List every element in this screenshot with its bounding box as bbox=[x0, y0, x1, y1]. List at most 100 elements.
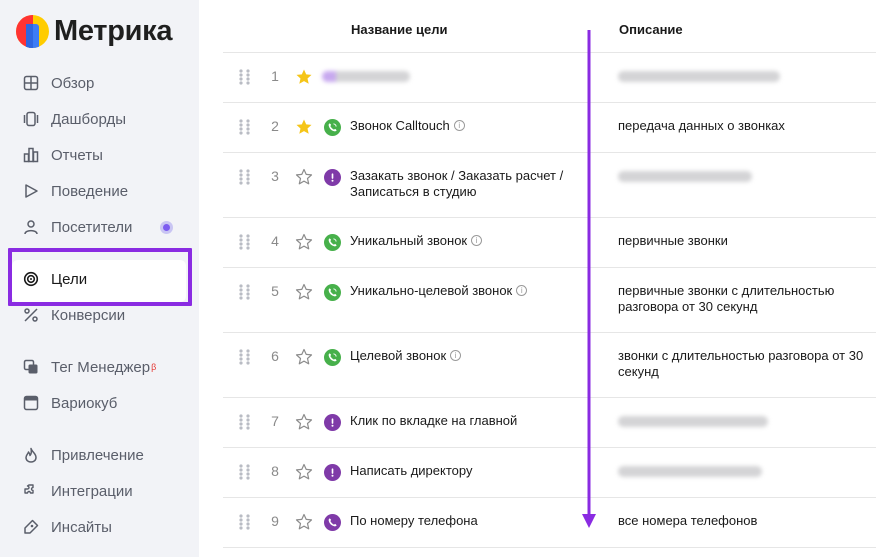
row-number: 2 bbox=[271, 118, 279, 134]
table-row[interactable]: 6 Целевой звонок i звонки с длительностью р… bbox=[223, 333, 876, 398]
goal-name-text: Целевой звонок bbox=[350, 348, 447, 363]
goal-name-text: Уникально-целевой звонок bbox=[350, 283, 513, 298]
column-header-name[interactable]: Название цели bbox=[351, 22, 447, 37]
sidebar-item-label: Отчеты bbox=[51, 146, 103, 164]
sidebar: Метрика Обзор Дашборды Отчеты Поведение … bbox=[0, 0, 199, 557]
goal-name[interactable] bbox=[322, 68, 562, 84]
star-outline-icon[interactable] bbox=[295, 513, 313, 531]
variocube-icon bbox=[23, 395, 39, 411]
goal-name[interactable]: Написать директору bbox=[350, 463, 590, 479]
drag-handle-icon[interactable] bbox=[239, 349, 250, 365]
table-row[interactable]: 7 Клик по вкладке на главной bbox=[223, 398, 876, 448]
table-row[interactable]: 3 Зазакать звонок / Заказать расчет / Зап… bbox=[223, 153, 876, 218]
goal-name[interactable]: Уникально-целевой звонок i bbox=[350, 283, 590, 299]
star-filled-icon[interactable] bbox=[295, 118, 313, 136]
table-row[interactable]: 1 bbox=[223, 53, 876, 103]
sidebar-item-behavior[interactable]: Поведение bbox=[0, 173, 199, 209]
goal-name-text: Уникальный звонок bbox=[350, 233, 468, 248]
info-icon[interactable]: i bbox=[450, 350, 462, 362]
conversions-icon bbox=[23, 307, 39, 323]
beta-badge: β bbox=[151, 362, 157, 372]
goal-name-text: Звонок Calltouch bbox=[350, 118, 450, 133]
info-icon[interactable]: i bbox=[471, 235, 483, 247]
scroll-down-arrow bbox=[582, 30, 596, 528]
dashboards-icon bbox=[23, 111, 39, 127]
sidebar-item-label: Инсайты bbox=[51, 518, 112, 536]
goal-name[interactable]: Целевой звонок i bbox=[350, 348, 590, 364]
info-icon[interactable]: i bbox=[516, 285, 528, 297]
sidebar-item-label: Дашборды bbox=[51, 110, 126, 128]
app-title: Метрика bbox=[54, 14, 173, 47]
sidebar-item-label: Конверсии bbox=[51, 306, 126, 324]
drag-handle-icon[interactable] bbox=[239, 464, 250, 480]
star-outline-icon[interactable] bbox=[295, 233, 313, 251]
row-number: 5 bbox=[271, 283, 279, 299]
insights-icon bbox=[23, 519, 39, 535]
goal-description bbox=[618, 68, 868, 84]
sidebar-item-label: Обзор bbox=[51, 74, 95, 92]
goal-name[interactable]: По номеру телефона bbox=[350, 513, 590, 529]
goal-name[interactable]: Клик по вкладке на главной bbox=[350, 413, 590, 429]
table-row[interactable]: 4 Уникальный звонок i первичные звонки bbox=[223, 218, 876, 268]
goal-description: звонки с длительностью разговора от 30 с… bbox=[618, 348, 864, 379]
redacted-text bbox=[618, 171, 752, 183]
drag-handle-icon[interactable] bbox=[239, 169, 250, 185]
redacted-text bbox=[322, 71, 410, 83]
goal-name[interactable]: Уникальный звонок i bbox=[350, 233, 590, 249]
javascript-event-icon bbox=[324, 414, 341, 431]
drag-handle-icon[interactable] bbox=[239, 414, 250, 430]
table-row[interactable]: 9 По номеру телефона все номера телефонов bbox=[223, 498, 876, 548]
table-header: Название цели Описание bbox=[223, 0, 876, 53]
sidebar-item-integrations[interactable]: Интеграции bbox=[0, 473, 199, 509]
sidebar-item-visitors[interactable]: Посетители bbox=[0, 209, 199, 245]
row-number: 9 bbox=[271, 513, 279, 529]
sidebar-item-overview[interactable]: Обзор bbox=[0, 65, 199, 101]
sidebar-item-label: Интеграции bbox=[51, 482, 133, 500]
sidebar-item-label: Посетители bbox=[51, 218, 133, 236]
star-outline-icon[interactable] bbox=[295, 283, 313, 301]
star-outline-icon[interactable] bbox=[295, 463, 313, 481]
call-goal-icon bbox=[324, 284, 341, 301]
sidebar-item-reports[interactable]: Отчеты bbox=[0, 137, 199, 173]
goal-name[interactable]: Звонок Calltouch i bbox=[350, 118, 590, 134]
call-goal-icon bbox=[324, 349, 341, 366]
column-header-description[interactable]: Описание bbox=[619, 22, 683, 37]
tag-manager-icon bbox=[23, 359, 39, 375]
sidebar-item-dashboards[interactable]: Дашборды bbox=[0, 101, 199, 137]
drag-handle-icon[interactable] bbox=[239, 119, 250, 135]
app-logo[interactable]: Метрика bbox=[16, 14, 173, 48]
sidebar-item-label: Тег Менеджер bbox=[51, 358, 151, 376]
goal-description: первичные звонки с длительностью разгово… bbox=[618, 283, 835, 314]
star-outline-icon[interactable] bbox=[295, 168, 313, 186]
row-number: 7 bbox=[271, 413, 279, 429]
sidebar-item-acquisition[interactable]: Привлечение bbox=[0, 437, 199, 473]
drag-handle-icon[interactable] bbox=[239, 234, 250, 250]
goal-description: первичные звонки bbox=[618, 233, 728, 248]
table-row[interactable]: 8 Написать директору bbox=[223, 448, 876, 498]
star-filled-icon[interactable] bbox=[295, 68, 313, 86]
star-outline-icon[interactable] bbox=[295, 348, 313, 366]
goal-description bbox=[618, 413, 868, 429]
call-goal-icon bbox=[324, 119, 341, 136]
table-row[interactable]: 2 Звонок Calltouch i передача данных о звон… bbox=[223, 103, 876, 153]
row-number: 4 bbox=[271, 233, 279, 249]
sidebar-item-insights[interactable]: Инсайты bbox=[0, 509, 199, 545]
star-outline-icon[interactable] bbox=[295, 413, 313, 431]
goal-description: передача данных о звонках bbox=[618, 118, 785, 133]
info-icon[interactable]: i bbox=[453, 120, 465, 132]
drag-handle-icon[interactable] bbox=[239, 284, 250, 300]
goal-name[interactable]: Зазакать звонок / Заказать расчет / Запи… bbox=[350, 168, 590, 200]
table-row[interactable]: 5 Уникально-целевой звонок i первичные звон… bbox=[223, 268, 876, 333]
javascript-event-icon bbox=[324, 169, 341, 186]
drag-handle-icon[interactable] bbox=[239, 69, 250, 85]
behavior-icon bbox=[23, 183, 39, 199]
row-number: 3 bbox=[271, 168, 279, 184]
drag-handle-icon[interactable] bbox=[239, 514, 250, 530]
goal-description: все номера телефонов bbox=[618, 513, 758, 528]
metrika-logo-icon bbox=[16, 14, 49, 48]
sidebar-item-variocube[interactable]: Вариокуб bbox=[0, 385, 199, 421]
integrations-icon bbox=[23, 483, 39, 499]
redacted-text bbox=[618, 416, 768, 428]
call-goal-icon bbox=[324, 234, 341, 251]
sidebar-item-tag-manager[interactable]: Тег Менеджер β bbox=[0, 349, 199, 385]
